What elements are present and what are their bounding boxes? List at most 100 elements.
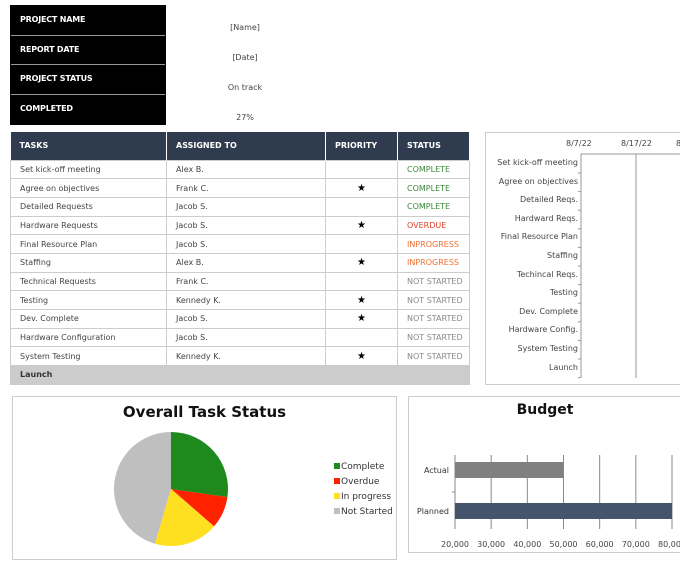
legend-label: Overdue [341, 477, 380, 487]
priority-cell[interactable]: ★ [325, 252, 398, 273]
priority-cell[interactable] [325, 196, 398, 217]
project-info-labels: PROJECT NAME REPORT DATE PROJECT STATUS … [10, 5, 166, 125]
task-cell[interactable]: Hardware Requests [10, 215, 167, 236]
gantt-date-label: 8/7/22 [566, 139, 592, 148]
table-row[interactable]: Hardware Requests Jacob S. ★ OVERDUE [10, 215, 470, 236]
assigned-cell[interactable]: Kennedy K. [166, 290, 326, 310]
pie-slice-complete[interactable] [171, 432, 229, 498]
budget-tick-label: 20,000 [441, 540, 469, 549]
status-cell[interactable]: NOT STARTED [397, 346, 470, 367]
assigned-cell[interactable]: Alex B. [166, 252, 326, 273]
budget-chart: Budget 20,000 30,000 40,000 50,000 60,000 70,… [408, 396, 680, 553]
assigned-cell[interactable]: Frank C. [166, 271, 326, 292]
task-cell[interactable]: Launch [10, 365, 167, 385]
priority-cell[interactable] [325, 271, 398, 292]
status-cell[interactable]: OVERDUE [397, 215, 470, 236]
task-cell[interactable]: Set kick-off meeting [10, 159, 167, 180]
col-priority: PRIORITY [325, 132, 398, 160]
table-row[interactable]: Set kick-off meeting Alex B. COMPLETE [10, 159, 470, 180]
task-cell[interactable]: Technical Requests [10, 271, 167, 292]
gantt-task-label: Staffing [547, 251, 578, 260]
gantt-task-label: Agree on objectives [498, 176, 578, 186]
assigned-cell[interactable]: Kennedy K. [166, 346, 326, 367]
assigned-cell[interactable]: Jacob S. [166, 309, 326, 329]
gantt-task-label: Hardward Reqs. [514, 213, 578, 223]
gantt-date-label: 8/ [676, 139, 680, 148]
task-cell[interactable]: Hardware Configuration [10, 327, 167, 348]
priority-cell[interactable] [325, 327, 398, 348]
table-row[interactable]: Launch [10, 365, 470, 385]
report-date-value[interactable]: [Date] [190, 53, 300, 62]
assigned-cell[interactable]: Jacob S. [166, 234, 326, 254]
status-cell[interactable] [397, 365, 470, 385]
budget-tick-label: 30,000 [477, 540, 505, 549]
priority-cell[interactable]: ★ [325, 309, 398, 329]
priority-cell[interactable]: ★ [325, 215, 398, 236]
status-cell[interactable]: NOT STARTED [397, 327, 470, 348]
status-cell[interactable]: NOT STARTED [397, 290, 470, 310]
assigned-cell[interactable]: Jacob S. [166, 327, 326, 348]
label-completed: COMPLETED [20, 103, 73, 113]
status-cell[interactable]: COMPLETE [397, 196, 470, 217]
priority-cell[interactable]: ★ [325, 346, 398, 367]
status-cell[interactable]: NOT STARTED [397, 271, 470, 292]
assigned-cell[interactable]: Jacob S. [166, 196, 326, 217]
table-row[interactable]: Hardware Configuration Jacob S. NOT STARTE… [10, 327, 470, 348]
legend-swatch [334, 478, 340, 484]
task-table: TASKS ASSIGNED TO PRIORITY STATUS Set ki… [10, 132, 470, 385]
project-name-value[interactable]: [Name] [190, 23, 300, 32]
budget-tick-label: 70,000 [622, 540, 650, 549]
table-row[interactable]: Technical Requests Frank C. NOT STARTED [10, 271, 470, 292]
budget-title: Budget [516, 402, 574, 418]
col-tasks: TASKS [10, 132, 167, 160]
budget-tick-label: 60,000 [586, 540, 614, 549]
status-cell[interactable]: INPROGRESS [397, 234, 470, 254]
gantt-task-label: Final Resource Plan [500, 232, 578, 242]
assigned-cell[interactable]: Frank C. [166, 178, 326, 198]
task-cell[interactable]: Staffing [10, 252, 167, 273]
task-cell[interactable]: Agree on objectives [10, 178, 167, 198]
task-cell[interactable]: Testing [10, 290, 167, 310]
priority-cell[interactable] [325, 234, 398, 254]
status-cell[interactable]: COMPLETE [397, 178, 470, 198]
status-cell[interactable]: NOT STARTED [397, 309, 470, 329]
table-row[interactable]: Staffing Alex B. ★ INPROGRESS [10, 252, 470, 273]
budget-bar-actual[interactable] [455, 462, 564, 478]
col-assigned: ASSIGNED TO [166, 132, 326, 160]
gantt-task-label: Dev. Complete [519, 306, 578, 316]
table-row[interactable]: System Testing Kennedy K. ★ NOT STARTED [10, 346, 470, 367]
project-status-value[interactable]: On track [190, 83, 300, 92]
gantt-task-label: Detailed Reqs. [519, 195, 578, 205]
status-cell[interactable]: INPROGRESS [397, 252, 470, 273]
legend-label: Not Started [341, 507, 393, 517]
task-cell[interactable]: Final Resource Plan [10, 234, 167, 254]
priority-cell[interactable]: ★ [325, 178, 398, 198]
completed-value[interactable]: 27% [190, 113, 300, 122]
legend-swatch [334, 508, 340, 514]
task-cell[interactable]: System Testing [10, 346, 167, 367]
assigned-cell[interactable]: Alex B. [166, 159, 326, 180]
budget-tick-label: 40,000 [513, 540, 541, 549]
budget-category-label: Planned [417, 507, 449, 516]
assigned-cell[interactable] [166, 365, 326, 385]
assigned-cell[interactable]: Jacob S. [166, 215, 326, 236]
gantt-task-label: Launch [549, 362, 578, 372]
budget-tick-label: 80,000 [658, 540, 680, 549]
table-row[interactable]: Detailed Requests Jacob S. COMPLETE [10, 196, 470, 217]
budget-bar-planned[interactable] [455, 503, 672, 519]
table-row[interactable]: Dev. Complete Jacob S. ★ NOT STARTED [10, 309, 470, 329]
table-row[interactable]: Testing Kennedy K. ★ NOT STARTED [10, 290, 470, 310]
status-cell[interactable]: COMPLETE [397, 159, 470, 180]
priority-cell[interactable] [325, 365, 398, 385]
table-row[interactable]: Agree on objectives Frank C. ★ COMPLETE [10, 178, 470, 198]
budget-category-label: Actual [424, 466, 449, 475]
priority-cell[interactable] [325, 159, 398, 180]
legend-swatch [334, 493, 340, 499]
legend-label: In progress [341, 492, 391, 502]
task-status-chart: Overall Task Status Complete Overdue In pr… [12, 396, 397, 560]
table-row[interactable]: Final Resource Plan Jacob S. INPROGRESS [10, 234, 470, 254]
gantt-task-label: Set kick-off meeting [497, 158, 578, 167]
task-cell[interactable]: Dev. Complete [10, 309, 167, 329]
priority-cell[interactable]: ★ [325, 290, 398, 310]
task-cell[interactable]: Detailed Requests [10, 196, 167, 217]
